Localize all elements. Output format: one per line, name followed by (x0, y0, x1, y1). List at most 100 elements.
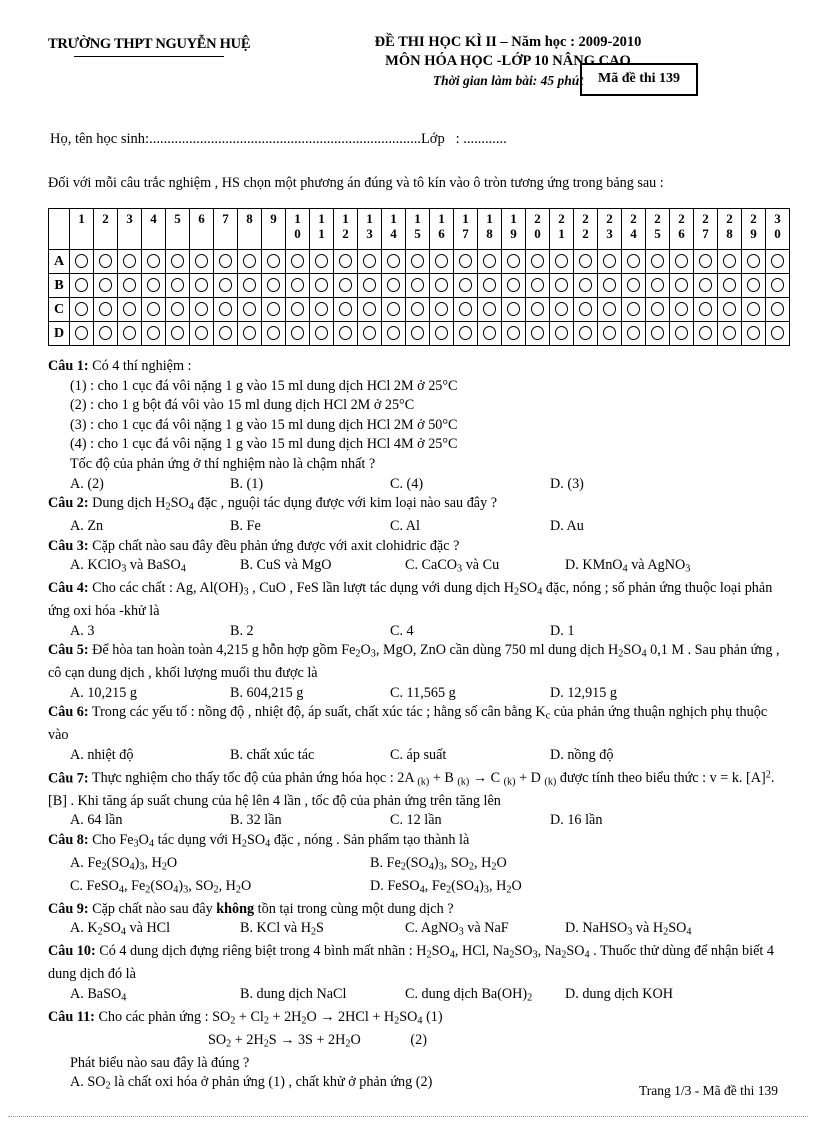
question-7-option-b[interactable]: B. 32 lần (230, 811, 390, 831)
answer-bubble-26C[interactable] (669, 297, 694, 322)
answer-bubble-20C[interactable] (525, 297, 550, 322)
answer-bubble-18C[interactable] (477, 297, 502, 322)
question-6-option-b[interactable]: B. chất xúc tác (230, 746, 390, 766)
question-8-option-d[interactable]: D. FeSO4, Fe2(SO4)3, H2O (370, 877, 522, 900)
question-1-option-d[interactable]: D. (3) (550, 475, 710, 495)
answer-bubble-22A[interactable] (573, 249, 598, 274)
answer-bubble-3A[interactable] (117, 249, 142, 274)
question-9-option-d[interactable]: D. NaHSO3 và H2SO4 (565, 919, 691, 942)
answer-bubble-2C[interactable] (93, 297, 118, 322)
answer-bubble-14A[interactable] (381, 249, 406, 274)
question-7-option-a[interactable]: A. 64 lần (70, 811, 230, 831)
answer-bubble-18D[interactable] (477, 321, 502, 346)
answer-bubble-6C[interactable] (189, 297, 214, 322)
answer-bubble-21B[interactable] (549, 273, 574, 298)
answer-bubble-25A[interactable] (645, 249, 670, 274)
answer-bubble-22B[interactable] (573, 273, 598, 298)
answer-bubble-26D[interactable] (669, 321, 694, 346)
student-name-dots[interactable]: ........................................… (149, 131, 421, 147)
question-5-option-c[interactable]: C. 11,565 g (390, 684, 550, 704)
answer-bubble-17B[interactable] (453, 273, 478, 298)
answer-bubble-12D[interactable] (333, 321, 358, 346)
answer-bubble-27D[interactable] (693, 321, 718, 346)
answer-bubble-24D[interactable] (621, 321, 646, 346)
answer-bubble-27A[interactable] (693, 249, 718, 274)
question-6-option-c[interactable]: C. áp suất (390, 746, 550, 766)
answer-bubble-30A[interactable] (765, 249, 790, 274)
answer-bubble-9C[interactable] (261, 297, 286, 322)
answer-bubble-13B[interactable] (357, 273, 382, 298)
answer-bubble-4B[interactable] (141, 273, 166, 298)
answer-bubble-4C[interactable] (141, 297, 166, 322)
question-10-option-a[interactable]: A. BaSO4 (70, 985, 240, 1008)
answer-bubble-9D[interactable] (261, 321, 286, 346)
answer-bubble-18A[interactable] (477, 249, 502, 274)
answer-bubble-11B[interactable] (309, 273, 334, 298)
question-2-option-d[interactable]: D. Au (550, 517, 710, 537)
answer-bubble-5A[interactable] (165, 249, 190, 274)
answer-bubble-5D[interactable] (165, 321, 190, 346)
answer-bubble-30C[interactable] (765, 297, 790, 322)
answer-bubble-6A[interactable] (189, 249, 214, 274)
answer-bubble-23D[interactable] (597, 321, 622, 346)
answer-bubble-8D[interactable] (237, 321, 262, 346)
answer-bubble-1C[interactable] (69, 297, 94, 322)
answer-bubble-7A[interactable] (213, 249, 238, 274)
answer-bubble-29A[interactable] (741, 249, 766, 274)
question-3-option-b[interactable]: B. CuS và MgO (240, 556, 405, 579)
answer-bubble-5B[interactable] (165, 273, 190, 298)
answer-bubble-23A[interactable] (597, 249, 622, 274)
answer-bubble-11C[interactable] (309, 297, 334, 322)
answer-bubble-16D[interactable] (429, 321, 454, 346)
question-4-option-b[interactable]: B. 2 (230, 622, 390, 642)
answer-bubble-28A[interactable] (717, 249, 742, 274)
question-3-option-a[interactable]: A. KClO3 và BaSO4 (70, 556, 240, 579)
answer-bubble-7C[interactable] (213, 297, 238, 322)
question-10-option-b[interactable]: B. dung dịch NaCl (240, 985, 405, 1008)
question-6-option-a[interactable]: A. nhiệt độ (70, 746, 230, 766)
answer-bubble-28C[interactable] (717, 297, 742, 322)
answer-bubble-10D[interactable] (285, 321, 310, 346)
answer-bubble-16B[interactable] (429, 273, 454, 298)
answer-bubble-16A[interactable] (429, 249, 454, 274)
answer-bubble-8A[interactable] (237, 249, 262, 274)
answer-bubble-18B[interactable] (477, 273, 502, 298)
question-4-option-c[interactable]: C. 4 (390, 622, 550, 642)
question-5-option-d[interactable]: D. 12,915 g (550, 684, 710, 704)
answer-bubble-26B[interactable] (669, 273, 694, 298)
answer-bubble-20D[interactable] (525, 321, 550, 346)
answer-bubble-14D[interactable] (381, 321, 406, 346)
answer-bubble-22C[interactable] (573, 297, 598, 322)
question-9-option-b[interactable]: B. KCl và H2S (240, 919, 405, 942)
answer-bubble-2B[interactable] (93, 273, 118, 298)
answer-bubble-10B[interactable] (285, 273, 310, 298)
question-4-option-a[interactable]: A. 3 (70, 622, 230, 642)
answer-bubble-15A[interactable] (405, 249, 430, 274)
answer-bubble-24B[interactable] (621, 273, 646, 298)
answer-bubble-3D[interactable] (117, 321, 142, 346)
answer-bubble-13D[interactable] (357, 321, 382, 346)
question-7-option-c[interactable]: C. 12 lần (390, 811, 550, 831)
answer-bubble-8C[interactable] (237, 297, 262, 322)
answer-bubble-5C[interactable] (165, 297, 190, 322)
answer-bubble-1A[interactable] (69, 249, 94, 274)
answer-bubble-21A[interactable] (549, 249, 574, 274)
answer-bubble-26A[interactable] (669, 249, 694, 274)
answer-bubble-25C[interactable] (645, 297, 670, 322)
answer-bubble-7D[interactable] (213, 321, 238, 346)
answer-bubble-14B[interactable] (381, 273, 406, 298)
question-10-option-d[interactable]: D. dung dịch KOH (565, 985, 673, 1008)
question-9-option-c[interactable]: C. AgNO3 và NaF (405, 919, 565, 942)
answer-bubble-1B[interactable] (69, 273, 94, 298)
answer-bubble-12C[interactable] (333, 297, 358, 322)
answer-bubble-8B[interactable] (237, 273, 262, 298)
answer-bubble-23B[interactable] (597, 273, 622, 298)
answer-bubble-6B[interactable] (189, 273, 214, 298)
answer-bubble-17C[interactable] (453, 297, 478, 322)
question-10-option-c[interactable]: C. dung dịch Ba(OH)2 (405, 985, 565, 1008)
answer-bubble-10C[interactable] (285, 297, 310, 322)
answer-bubble-11A[interactable] (309, 249, 334, 274)
question-1-option-c[interactable]: C. (4) (390, 475, 550, 495)
question-2-option-c[interactable]: C. Al (390, 517, 550, 537)
answer-bubble-28D[interactable] (717, 321, 742, 346)
